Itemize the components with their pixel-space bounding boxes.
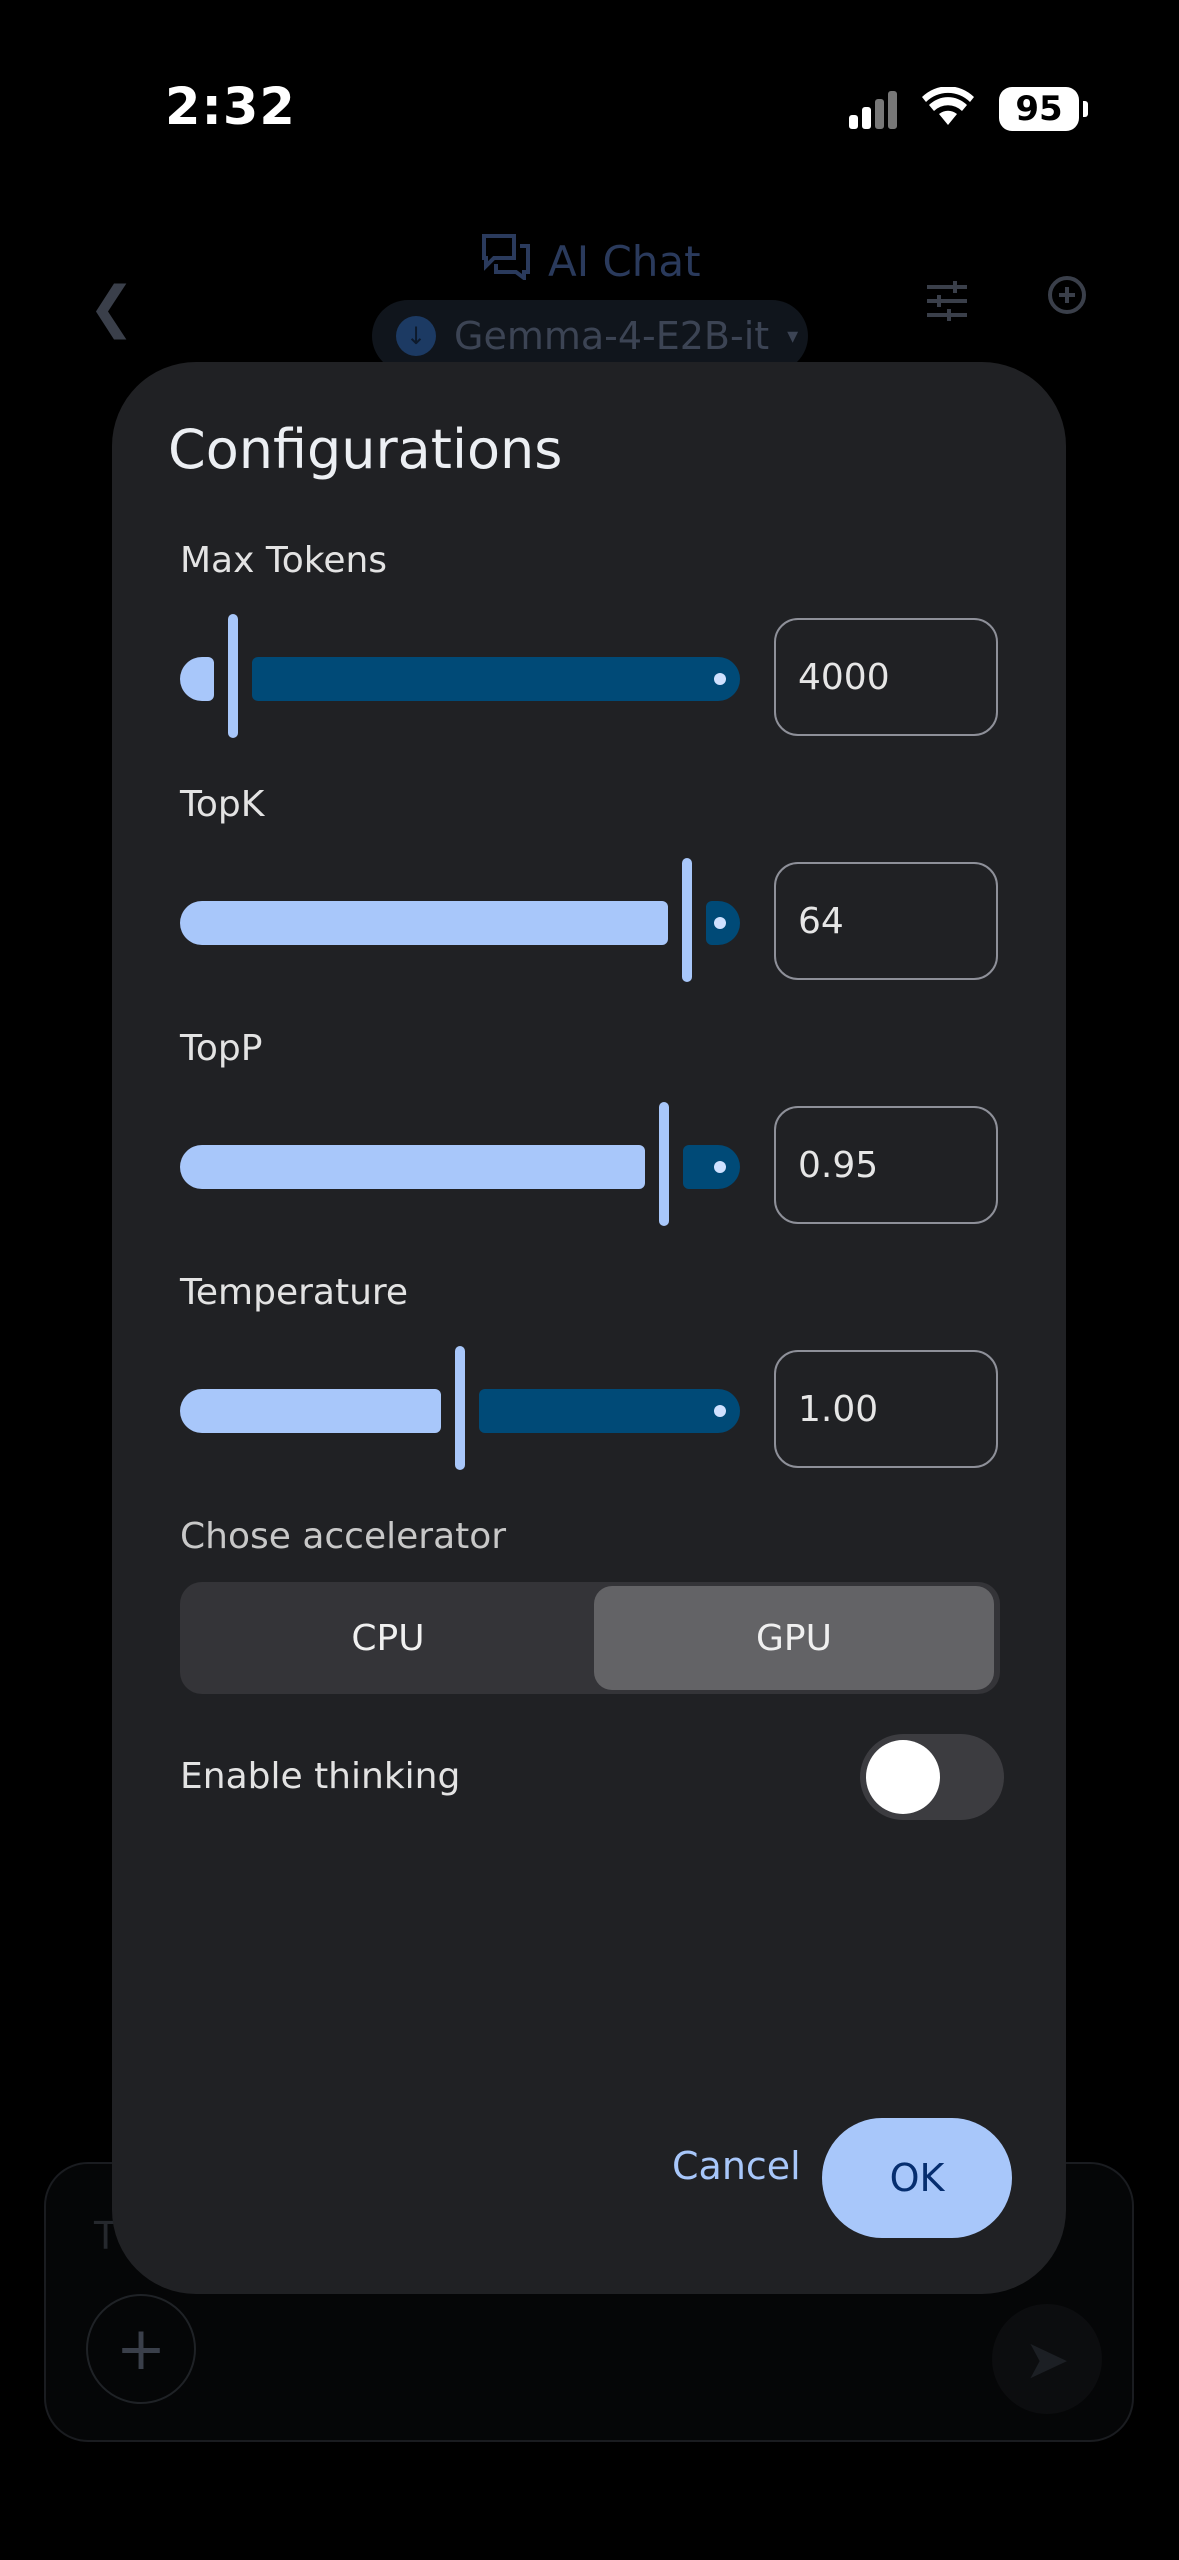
topk-label: TopK	[180, 784, 265, 825]
temperature-input[interactable]: 1.00	[774, 1350, 998, 1468]
plus-icon[interactable]: +	[86, 2294, 196, 2404]
send-icon[interactable]: ➤	[992, 2304, 1102, 2414]
ok-button[interactable]: OK	[822, 2118, 1012, 2238]
slider-handle[interactable]	[455, 1346, 465, 1470]
model-name: Gemma-4-E2B-it	[454, 314, 770, 358]
slider-active-track	[180, 657, 214, 701]
accelerator-segmented-control: CPU GPU	[180, 1582, 1000, 1694]
slider-stop-indicator	[714, 917, 726, 929]
slider-stop-indicator	[714, 1161, 726, 1173]
download-icon: ↓	[396, 316, 436, 356]
back-arrow-icon[interactable]: ❮	[88, 275, 135, 340]
topp-label: TopP	[180, 1028, 263, 1069]
topp-input[interactable]: 0.95	[774, 1106, 998, 1224]
temperature-label: Temperature	[180, 1272, 409, 1313]
slider-stop-indicator	[714, 673, 726, 685]
slider-active-track	[180, 901, 668, 945]
slider-handle[interactable]	[659, 1102, 669, 1226]
cpu-option-button[interactable]: CPU	[184, 1586, 592, 1690]
max-tokens-label: Max Tokens	[180, 540, 388, 581]
dialog-title: Configurations	[168, 418, 563, 481]
temperature-slider[interactable]	[180, 1346, 740, 1476]
slider-handle[interactable]	[682, 858, 692, 982]
screen: ❮ AI Chat ↓ Gemma-4-E2B-it ▾ T + ➤ 2:32	[0, 0, 1179, 2560]
slider-inactive-track	[479, 1389, 740, 1433]
wifi-icon	[921, 86, 975, 131]
slider-inactive-track	[252, 657, 740, 701]
accelerator-label: Chose accelerator	[180, 1516, 507, 1557]
battery-level: 95	[1015, 89, 1063, 129]
max-tokens-slider[interactable]	[180, 614, 740, 744]
cancel-button[interactable]: Cancel	[672, 2136, 801, 2196]
topk-slider[interactable]	[180, 858, 740, 988]
configurations-dialog: Configurations Max Tokens 4000 TopK 64 T…	[112, 362, 1066, 2294]
slider-inactive-track	[683, 1145, 740, 1189]
topp-slider[interactable]	[180, 1102, 740, 1232]
toggle-knob	[866, 1740, 940, 1814]
app-title: AI Chat	[480, 232, 701, 290]
gpu-option-button[interactable]: GPU	[594, 1586, 994, 1690]
enable-thinking-toggle[interactable]	[860, 1734, 1004, 1820]
status-icons: 95	[849, 84, 1088, 134]
status-time: 2:32	[165, 78, 296, 137]
tune-icon[interactable]	[925, 278, 969, 332]
battery-icon: 95	[999, 87, 1088, 131]
new-chat-icon[interactable]	[1045, 275, 1089, 330]
topk-input[interactable]: 64	[774, 862, 998, 980]
chat-bubbles-icon	[480, 232, 532, 290]
app-title-text: AI Chat	[548, 236, 701, 286]
slider-active-track	[180, 1145, 645, 1189]
max-tokens-input[interactable]: 4000	[774, 618, 998, 736]
slider-stop-indicator	[714, 1405, 726, 1417]
slider-handle[interactable]	[228, 614, 238, 738]
dropdown-arrow-icon: ▾	[787, 323, 799, 349]
enable-thinking-label: Enable thinking	[180, 1756, 461, 1797]
cellular-signal-icon	[849, 89, 897, 129]
slider-active-track	[180, 1389, 441, 1433]
